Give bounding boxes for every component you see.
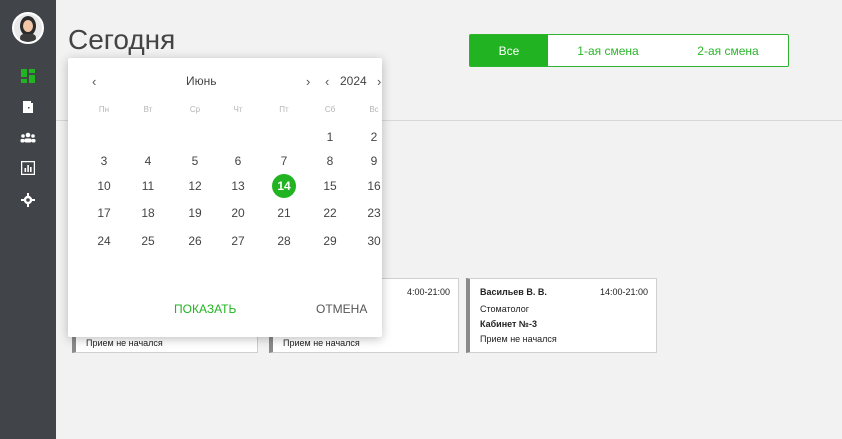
users-icon[interactable] xyxy=(20,130,36,146)
weekday-label: Сб xyxy=(324,105,336,114)
calendar-day[interactable]: 22 xyxy=(318,201,342,225)
card-status: Прием не начался xyxy=(283,338,360,348)
show-button[interactable]: ПОКАЗАТЬ xyxy=(174,302,236,316)
calendar-header: ‹ Июнь › ‹ 2024 › xyxy=(68,74,382,94)
prev-month-button[interactable]: ‹ xyxy=(92,74,96,89)
calendar-day[interactable]: 10 xyxy=(92,174,116,198)
calendar-day[interactable]: 8 xyxy=(318,149,342,173)
weekday-label: Ср xyxy=(189,105,201,114)
shift-second-button[interactable]: 2-ая смена xyxy=(668,35,788,66)
calendar-day[interactable]: 28 xyxy=(272,229,296,253)
calendar-day[interactable]: 20 xyxy=(226,201,250,225)
calendar-day[interactable]: 29 xyxy=(318,229,342,253)
calendar-day[interactable]: 6 xyxy=(226,149,250,173)
weekday-label: Чт xyxy=(233,105,243,114)
card-status: Прием не начался xyxy=(480,334,557,344)
shift-first-button[interactable]: 1-ая смена xyxy=(548,35,668,66)
card-cabinet: Кабинет №-3 xyxy=(480,319,537,329)
calendar-day[interactable]: 7 xyxy=(272,149,296,173)
weekday-label: Пн xyxy=(98,105,110,114)
cancel-button[interactable]: ОТМЕНА xyxy=(316,302,367,316)
calendar-day[interactable]: 2 xyxy=(362,125,386,149)
calendar-day[interactable]: 13 xyxy=(226,174,250,198)
calendar-day[interactable]: 26 xyxy=(183,229,207,253)
calendar-day[interactable]: 15 xyxy=(318,174,342,198)
door-icon[interactable] xyxy=(20,99,36,115)
calendar-day[interactable]: 30 xyxy=(362,229,386,253)
calendar-day[interactable]: 5 xyxy=(183,149,207,173)
gear-icon[interactable] xyxy=(20,192,36,208)
calendar-day[interactable]: 12 xyxy=(183,174,207,198)
calendar-day-selected[interactable]: 14 xyxy=(272,174,296,198)
card-specialty: Стоматолог xyxy=(480,304,529,314)
month-label: Июнь xyxy=(186,74,217,88)
calendar-day[interactable]: 9 xyxy=(362,149,386,173)
year-label: 2024 xyxy=(340,74,367,88)
calendar-day[interactable]: 3 xyxy=(92,149,116,173)
date-picker: ‹ Июнь › ‹ 2024 › Пн Вт Ср Чт Пт Сб Вс 1234567… xyxy=(68,58,382,337)
prev-year-button[interactable]: ‹ xyxy=(325,74,329,89)
calendar-day[interactable]: 25 xyxy=(136,229,160,253)
shift-all-button[interactable]: Все xyxy=(470,35,548,66)
chart-icon[interactable] xyxy=(20,160,36,176)
calendar-day[interactable]: 11 xyxy=(136,174,160,198)
calendar-day[interactable]: 16 xyxy=(362,174,386,198)
avatar[interactable] xyxy=(12,12,44,44)
page-title: Сегодня xyxy=(68,24,176,55)
card-time: 4:00-21:00 xyxy=(406,287,450,297)
weekday-label: Вс xyxy=(369,105,379,114)
calendar-day[interactable]: 18 xyxy=(136,201,160,225)
calendar-day[interactable]: 24 xyxy=(92,229,116,253)
dashboard-icon[interactable] xyxy=(20,68,36,84)
card-time: 14:00-21:00 xyxy=(599,287,648,297)
calendar-day[interactable]: 19 xyxy=(183,201,207,225)
next-month-button[interactable]: › xyxy=(306,74,310,89)
shift-filter: Все 1-ая смена 2-ая смена xyxy=(469,34,789,67)
next-year-button[interactable]: › xyxy=(377,74,381,89)
calendar-day[interactable]: 21 xyxy=(272,201,296,225)
weekday-label: Вт xyxy=(143,105,153,114)
calendar-day[interactable]: 4 xyxy=(136,149,160,173)
weekday-label: Пт xyxy=(279,105,289,114)
doctor-card[interactable]: Васильев В. В. 14:00-21:00 Стоматолог Ка… xyxy=(466,278,657,353)
sidebar xyxy=(0,0,56,439)
calendar-day[interactable]: 1 xyxy=(318,125,342,149)
card-status: Прием не начался xyxy=(86,338,163,348)
calendar-day[interactable]: 23 xyxy=(362,201,386,225)
calendar-day[interactable]: 17 xyxy=(92,201,116,225)
calendar-day[interactable]: 27 xyxy=(226,229,250,253)
